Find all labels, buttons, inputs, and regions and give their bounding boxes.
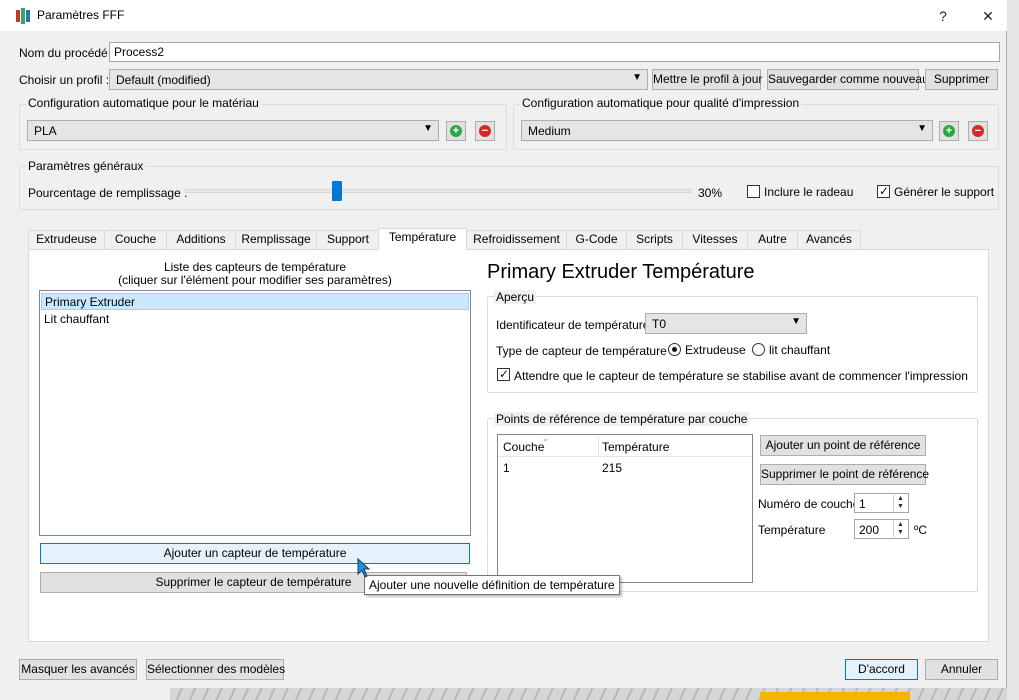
sensor-list-item[interactable]: Primary Extruder [41,293,469,310]
temperature-value: 200 [859,523,880,537]
profile-select[interactable]: Default (modified) ▼ [109,69,648,90]
update-profile-button[interactable]: Mettre le profil à jour [652,69,762,90]
remove-quality-button[interactable]: − [968,121,988,141]
temperature-label: Température [758,523,826,537]
sensor-list-title: Liste des capteurs de température [163,260,347,274]
tab-couche[interactable]: Couche [104,230,167,249]
background-app-edge [1007,0,1019,700]
layer-number-spinbox[interactable]: 1 ▲ ▼ [854,493,909,513]
general-settings-title: Paramètres généraux [26,159,146,173]
quality-select-value: Medium [528,124,571,138]
support-checkbox[interactable] [877,184,890,198]
profile-label: Choisir un profil : [19,73,110,87]
process-name-label: Nom du procédé : [19,46,115,60]
tab-additions[interactable]: Additions [166,230,236,249]
table-cell-layer[interactable]: 1 [503,461,510,475]
select-models-button[interactable]: Sélectionner des modèles [146,659,285,680]
tab-support[interactable]: Support [316,230,380,249]
sensor-list-item[interactable]: Lit chauffant [41,311,469,328]
add-sensor-button[interactable]: Ajouter un capteur de température [40,543,470,564]
profile-select-value: Default (modified) [116,73,211,87]
tab-vitesses[interactable]: Vitesses [682,230,748,249]
wait-stabilize-checkbox[interactable] [497,367,510,381]
overview-title: Aperçu [494,290,537,304]
infill-value: 30% [698,186,723,200]
sensor-detail-heading: Primary Extruder Température [487,261,755,283]
column-divider [598,435,599,457]
tab-avances[interactable]: Avancés [797,230,861,249]
spin-arrows-icon[interactable]: ▲ ▼ [893,521,907,537]
material-select[interactable]: PLA ▼ [27,120,439,141]
process-name-input[interactable]: Process2 [109,42,1000,62]
mouse-cursor-icon [357,558,371,578]
tab-temperature[interactable]: Température [378,228,467,250]
quality-select[interactable]: Medium ▼ [521,120,933,141]
support-label: Générer le support [894,185,995,199]
column-header-temperature[interactable]: Température [602,440,669,454]
ok-button[interactable]: D'accord [845,659,918,680]
sensor-list-hint: (cliquer sur l'élément pour modifier ses… [118,273,392,287]
sensor-type-label: Type de capteur de température : [496,344,674,358]
tab-remplissage[interactable]: Remplissage [235,230,317,249]
tab-extrudeuse[interactable]: Extrudeuse [28,230,105,249]
tab-autre[interactable]: Autre [747,230,798,249]
minus-icon: − [972,125,984,137]
window-title: Paramètres FFF [37,8,125,22]
close-button[interactable]: ✕ [970,4,1006,28]
temperature-spinbox[interactable]: 200 ▲ ▼ [854,519,909,539]
plus-icon: + [943,125,955,137]
column-header-layer[interactable]: Couche [503,440,544,454]
tab-scripts[interactable]: Scripts [626,230,683,249]
type-bed-radio[interactable] [752,343,765,356]
infill-slider-track[interactable] [185,189,692,193]
temperature-unit: ºC [914,523,928,537]
title-bar [0,0,1007,31]
sensor-id-select[interactable]: T0 ▼ [645,313,807,334]
add-setpoint-button[interactable]: Ajouter un point de référence [760,435,926,456]
type-bed-label: lit chauffant [769,343,831,357]
setpoints-table[interactable]: ⌄ Couche Température 1 215 [497,434,753,583]
plus-icon: + [450,125,462,137]
remove-setpoint-button[interactable]: Supprimer le point de référence [760,464,929,485]
add-quality-button[interactable]: + [939,121,959,141]
save-as-new-button[interactable]: Sauvegarder comme nouveau [767,69,929,90]
minus-icon: − [479,125,491,137]
app-logo-icon [16,8,30,24]
tab-refroidissement[interactable]: Refroidissement [466,230,567,249]
table-cell-temperature[interactable]: 215 [602,461,622,475]
setpoints-title: Points de référence de température par c… [494,412,750,426]
raft-label: Inclure le radeau [764,185,854,199]
remove-material-button[interactable]: − [475,121,495,141]
auto-material-title: Configuration automatique pour le matéri… [26,96,261,110]
hide-advanced-button[interactable]: Masquer les avancés [19,659,137,680]
type-extruder-label: Extrudeuse [685,343,746,357]
sensor-id-label: Identificateur de température [496,318,650,332]
add-material-button[interactable]: + [446,121,466,141]
layer-number-value: 1 [859,497,866,511]
sensor-id-value: T0 [652,317,667,331]
material-select-value: PLA [34,124,57,138]
wait-stabilize-label: Attendre que le capteur de température s… [514,369,968,383]
cancel-button[interactable]: Annuler [925,659,998,680]
dropdown-arrow-icon: ▼ [791,316,801,327]
background-3d-object [760,692,910,700]
dropdown-arrow-icon: ▼ [917,123,927,134]
tooltip: Ajouter une nouvelle définition de tempé… [364,575,620,595]
help-button[interactable]: ? [925,4,961,28]
raft-checkbox[interactable] [747,185,760,198]
infill-label: Pourcentage de remplissage : [28,186,188,200]
tab-gcode[interactable]: G-Code [566,230,627,249]
delete-profile-button[interactable]: Supprimer [925,69,998,90]
dropdown-arrow-icon: ▼ [632,72,642,83]
auto-quality-title: Configuration automatique pour qualité d… [520,96,802,110]
type-extruder-radio[interactable] [668,343,681,356]
infill-slider-thumb[interactable] [332,181,343,201]
spin-arrows-icon[interactable]: ▲ ▼ [893,495,907,511]
layer-number-label: Numéro de couche [758,497,860,511]
sensor-list[interactable]: Primary Extruder Lit chauffant [39,290,471,536]
dropdown-arrow-icon: ▼ [423,123,433,134]
